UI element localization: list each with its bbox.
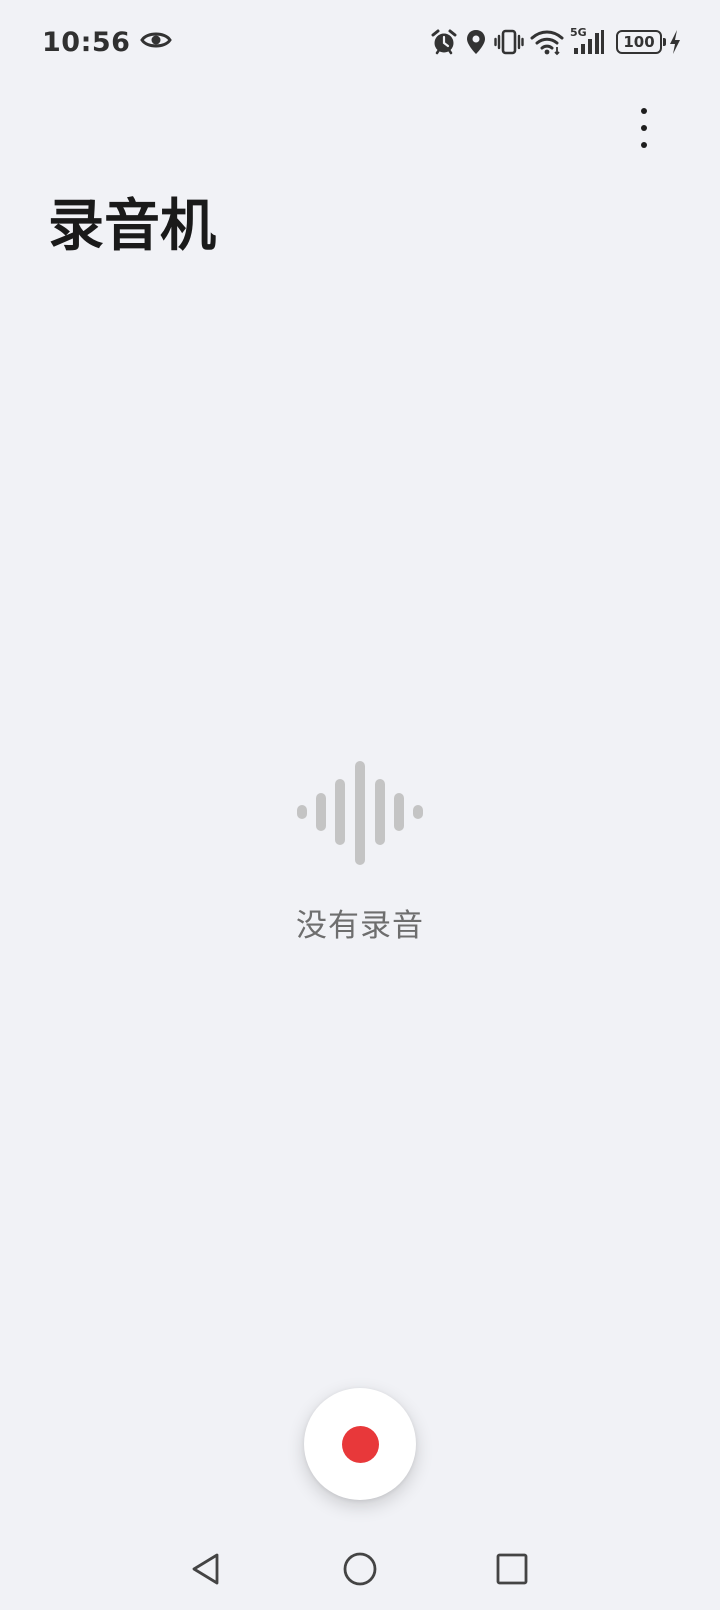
empty-state-message: 没有录音 bbox=[296, 908, 424, 944]
battery-icon: 100 bbox=[616, 30, 666, 54]
nav-back-button[interactable] bbox=[176, 1532, 236, 1610]
nav-recents-button[interactable] bbox=[482, 1532, 542, 1610]
eye-icon bbox=[140, 29, 173, 55]
status-left: 10:56 bbox=[42, 22, 173, 62]
recents-icon bbox=[495, 1552, 529, 1590]
alarm-icon bbox=[430, 28, 458, 56]
status-bar: 10:56 5G 100 bbox=[0, 0, 720, 84]
status-right: 5G 100 bbox=[430, 24, 682, 60]
back-icon bbox=[189, 1551, 223, 1591]
battery-level: 100 bbox=[623, 32, 655, 51]
charging-icon bbox=[668, 28, 682, 56]
empty-state: 没有录音 bbox=[0, 760, 720, 945]
more-options-button[interactable] bbox=[620, 100, 668, 156]
navigation-bar bbox=[0, 1532, 720, 1610]
page-title: 录音机 bbox=[48, 194, 216, 259]
recorder-screen: 10:56 5G 100 录音机 没有录音 bbox=[0, 0, 720, 1610]
waveform-icon bbox=[295, 760, 425, 872]
nav-home-button[interactable] bbox=[330, 1532, 390, 1610]
home-icon bbox=[342, 1551, 378, 1591]
location-icon bbox=[464, 28, 488, 56]
more-vert-icon bbox=[641, 108, 647, 148]
record-button[interactable] bbox=[304, 1388, 416, 1500]
status-time: 10:56 bbox=[42, 26, 131, 58]
vibrate-icon bbox=[494, 28, 524, 56]
signal-icon: 5G bbox=[570, 26, 606, 56]
record-icon bbox=[341, 1425, 379, 1463]
wifi-icon bbox=[530, 28, 564, 56]
